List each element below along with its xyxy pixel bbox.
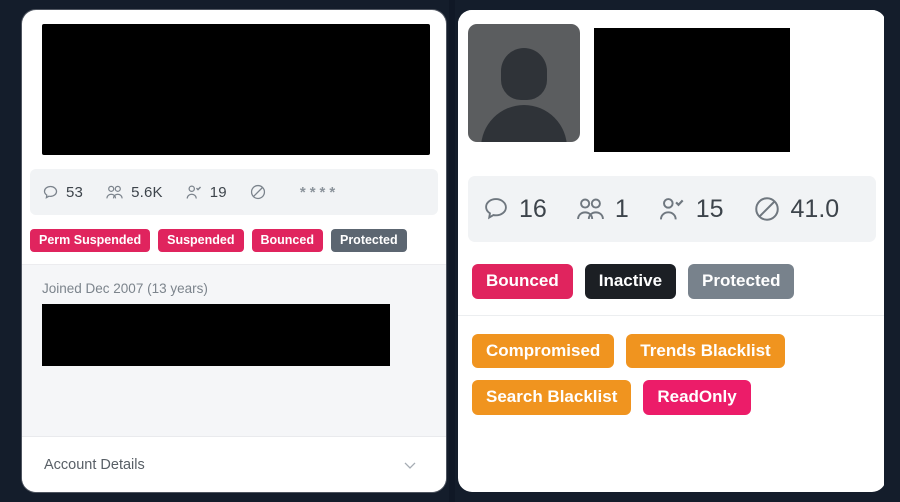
stat-followers-value: 1 <box>614 194 629 223</box>
avatar-head-shape <box>501 48 547 100</box>
stat-following-value: 19 <box>209 183 227 201</box>
right-badge-list-primary: Bounced Inactive Protected <box>458 242 886 316</box>
following-check-icon <box>657 196 687 223</box>
badge-readonly[interactable]: ReadOnly <box>643 380 751 415</box>
badge-protected[interactable]: Protected <box>330 229 407 253</box>
left-joined-section: Joined Dec 2007 (13 years) <box>22 265 446 436</box>
chevron-down-icon <box>400 455 420 475</box>
stat-following[interactable]: 19 <box>185 184 227 201</box>
badge-bounced[interactable]: Bounced <box>251 229 323 253</box>
stat-blocked[interactable]: 41.0 <box>752 194 840 224</box>
right-crop-edge <box>884 0 900 502</box>
left-badge-list: Perm Suspended Suspended Bounced Protect… <box>22 215 446 266</box>
badge-inactive[interactable]: Inactive <box>584 264 677 299</box>
stat-following[interactable]: 15 <box>657 195 724 224</box>
badge-protected[interactable]: Protected <box>688 264 795 299</box>
left-stats-row: 53 5.6K 19 **** <box>30 169 438 215</box>
redacted-profile-header <box>42 24 430 155</box>
blocked-icon <box>752 194 782 224</box>
badge-trends-blacklist[interactable]: Trends Blacklist <box>626 333 785 369</box>
followers-icon <box>105 184 124 201</box>
stat-followers[interactable]: 1 <box>575 195 629 224</box>
panel-divider <box>449 0 455 502</box>
account-card-right: 16 1 15 41.0 Bounced Inactive Protected … <box>458 10 886 492</box>
avatar-body-shape <box>481 105 567 142</box>
badge-compromised[interactable]: Compromised <box>472 333 615 369</box>
left-header-region <box>22 10 446 155</box>
right-badge-list-secondary: Compromised Trends Blacklist Search Blac… <box>458 315 886 425</box>
stat-followers-value: 5.6K <box>131 183 163 201</box>
joined-date-label: Joined Dec 2007 (13 years) <box>42 281 208 297</box>
app-root: 53 5.6K 19 **** Perm Suspended Suspended… <box>0 0 900 502</box>
badge-suspended[interactable]: Suspended <box>158 229 244 253</box>
stat-following-value: 15 <box>695 194 724 223</box>
stat-tweets[interactable]: 53 <box>42 184 83 201</box>
stat-blocked-value: 41.0 <box>790 194 840 223</box>
default-avatar-icon <box>468 24 580 142</box>
account-details-toggle[interactable]: Account Details <box>22 436 446 492</box>
badge-perm-suspended[interactable]: Perm Suspended <box>30 229 151 253</box>
stat-tweets[interactable]: 16 <box>482 195 547 224</box>
stat-tweets-value: 53 <box>66 183 84 201</box>
right-stats-row: 16 1 15 41.0 <box>468 176 876 242</box>
badge-search-blacklist[interactable]: Search Blacklist <box>472 380 632 415</box>
blocked-icon <box>249 183 267 201</box>
redacted-account-detail <box>42 304 390 367</box>
account-details-label: Account Details <box>44 456 145 473</box>
stat-followers[interactable]: 5.6K <box>105 184 163 201</box>
account-card-left: 53 5.6K 19 **** Perm Suspended Suspended… <box>22 10 446 492</box>
following-check-icon <box>185 184 203 201</box>
stat-tweets-value: 16 <box>519 194 547 223</box>
redacted-profile-name <box>594 28 790 152</box>
comment-icon <box>42 184 59 201</box>
stat-blocked[interactable] <box>249 183 274 201</box>
right-header-region <box>458 10 886 170</box>
comment-icon <box>482 195 510 223</box>
stat-overflow-dots[interactable]: **** <box>300 184 339 201</box>
badge-bounced[interactable]: Bounced <box>472 264 573 299</box>
followers-icon <box>575 196 606 223</box>
